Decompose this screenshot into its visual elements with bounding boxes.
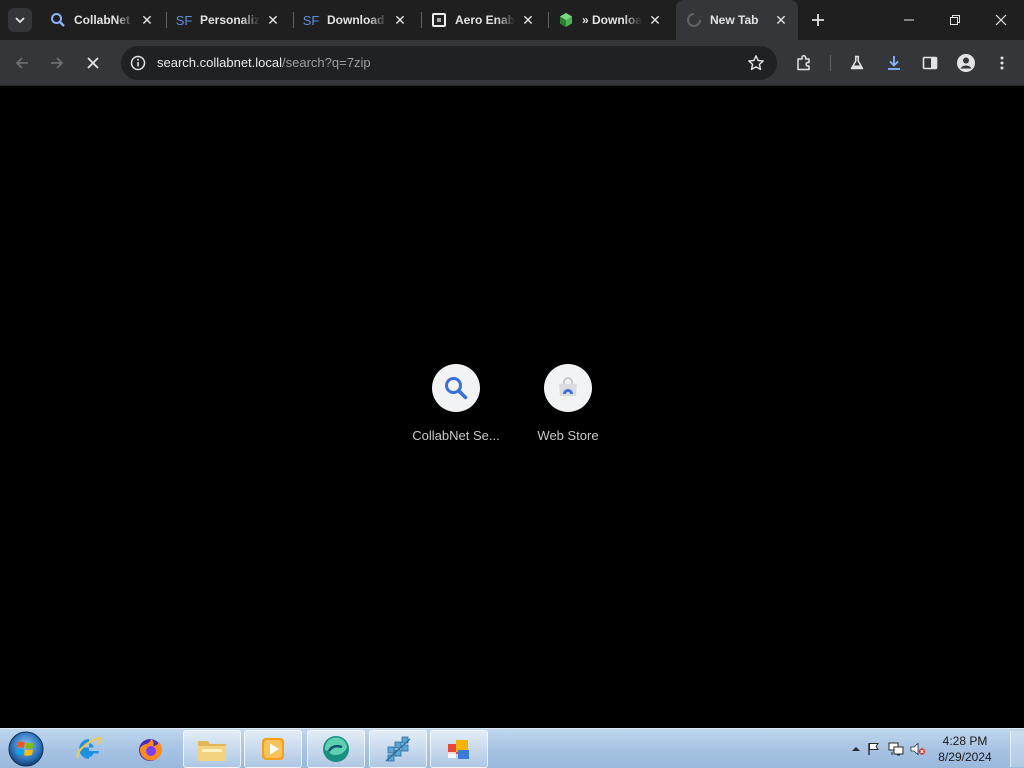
shortcut-label: CollabNet Se... bbox=[412, 428, 500, 443]
tab-collabnet[interactable]: CollabNet ✕ bbox=[40, 0, 164, 40]
office-icon bbox=[448, 740, 469, 759]
close-icon[interactable]: ✕ bbox=[521, 12, 535, 28]
windows-taskbar: 4:28 PM 8/29/2024 bbox=[0, 728, 1024, 768]
address-bar[interactable]: search.collabnet.local/search?q=7zip bbox=[121, 46, 777, 80]
network-icon bbox=[385, 736, 411, 762]
taskbar-clock[interactable]: 4:28 PM 8/29/2024 bbox=[930, 733, 1000, 765]
puzzle-icon bbox=[797, 54, 810, 71]
minimize-button[interactable] bbox=[886, 0, 932, 40]
close-icon bbox=[87, 57, 99, 69]
taskbar-network-app[interactable] bbox=[369, 730, 427, 768]
shortcut-web-store[interactable]: Web Store bbox=[512, 364, 624, 443]
close-icon[interactable]: ✕ bbox=[266, 12, 280, 28]
new-tab-button[interactable] bbox=[806, 8, 830, 32]
tab-title: » Downloa bbox=[582, 13, 642, 27]
show-hidden-icons-button[interactable] bbox=[848, 741, 864, 757]
close-icon bbox=[995, 14, 1007, 26]
tab-aero-enabler[interactable]: Aero Enabl ✕ bbox=[421, 0, 545, 40]
taskbar-media-player[interactable] bbox=[244, 730, 302, 768]
internet-explorer-icon bbox=[76, 736, 102, 760]
tab-title: New Tab bbox=[710, 13, 759, 27]
shortcut-icon-tile bbox=[544, 364, 592, 412]
cube-icon bbox=[558, 12, 574, 28]
restore-icon bbox=[950, 15, 960, 25]
back-button[interactable] bbox=[8, 49, 36, 77]
tab-search-button[interactable] bbox=[8, 8, 32, 32]
shortcut-icon-tile bbox=[432, 364, 480, 412]
chevron-down-icon bbox=[15, 17, 25, 24]
tab-title: Aero Enabl bbox=[455, 13, 515, 27]
close-icon[interactable]: ✕ bbox=[774, 12, 788, 28]
close-icon[interactable]: ✕ bbox=[393, 12, 407, 28]
web-store-icon bbox=[559, 377, 577, 396]
new-tab-page: CollabNet Se... Web Store bbox=[0, 87, 1024, 728]
restore-button[interactable] bbox=[932, 0, 978, 40]
app-icon bbox=[431, 12, 447, 28]
bookmark-star-icon[interactable] bbox=[747, 54, 765, 72]
forward-button[interactable] bbox=[43, 49, 71, 77]
site-info-icon[interactable] bbox=[129, 54, 147, 72]
firefox-icon bbox=[139, 739, 162, 761]
start-button[interactable] bbox=[6, 730, 46, 768]
url-path: /search?q=7zip bbox=[282, 55, 371, 70]
shortcut-label: Web Store bbox=[537, 428, 599, 443]
search-icon bbox=[445, 377, 468, 400]
screen: CollabNet ✕ SF Personaliz ✕ SF Download … bbox=[0, 0, 1024, 768]
clock-date: 8/29/2024 bbox=[938, 750, 992, 764]
menu-button[interactable] bbox=[988, 49, 1016, 77]
tab-downloads[interactable]: » Downloa ✕ bbox=[548, 0, 672, 40]
sourceforge-icon: SF bbox=[175, 12, 193, 28]
show-desktop-button[interactable] bbox=[1010, 731, 1024, 767]
sourceforge-icon: SF bbox=[302, 12, 320, 28]
media-player-icon bbox=[262, 738, 284, 760]
side-panel-icon bbox=[922, 56, 938, 70]
flask-icon bbox=[850, 55, 864, 70]
url-text[interactable]: search.collabnet.local/search?q=7zip bbox=[157, 55, 371, 70]
side-panel-button[interactable] bbox=[916, 49, 944, 77]
chevron-up-icon bbox=[852, 747, 860, 751]
taskbar-internet-explorer[interactable] bbox=[60, 730, 118, 768]
edge-browser-icon bbox=[323, 736, 349, 762]
tab-title: CollabNet bbox=[74, 13, 131, 27]
windows-logo-icon bbox=[8, 731, 44, 767]
tab-strip: CollabNet ✕ SF Personaliz ✕ SF Download … bbox=[0, 0, 1024, 40]
file-explorer-icon bbox=[198, 741, 226, 761]
tab-new-tab[interactable]: New Tab ✕ bbox=[676, 0, 798, 40]
loading-icon bbox=[686, 12, 702, 28]
search-icon bbox=[50, 12, 66, 28]
volume-muted-icon[interactable] bbox=[910, 741, 926, 757]
downloads-button[interactable] bbox=[880, 49, 908, 77]
download-icon bbox=[888, 56, 900, 70]
taskbar-firefox[interactable] bbox=[121, 730, 179, 768]
clock-time: 4:28 PM bbox=[942, 734, 988, 748]
profile-button[interactable] bbox=[952, 49, 980, 77]
tab-title: Download bbox=[327, 13, 385, 27]
close-icon[interactable]: ✕ bbox=[140, 12, 154, 28]
plus-icon bbox=[812, 14, 824, 26]
network-status-icon[interactable] bbox=[888, 741, 904, 757]
close-icon[interactable]: ✕ bbox=[648, 12, 662, 28]
taskbar-edge-browser[interactable] bbox=[307, 730, 365, 768]
arrow-right-icon bbox=[51, 57, 64, 69]
shortcut-collabnet-search[interactable]: CollabNet Se... bbox=[400, 364, 512, 443]
close-window-button[interactable] bbox=[978, 0, 1024, 40]
url-host: search.collabnet.local bbox=[157, 55, 283, 70]
action-center-icon[interactable] bbox=[866, 741, 882, 757]
toolbar-divider bbox=[830, 55, 831, 71]
browser-toolbar: search.collabnet.local/search?q=7zip bbox=[0, 40, 1024, 103]
tab-personalize[interactable]: SF Personaliz ✕ bbox=[166, 0, 290, 40]
labs-button[interactable] bbox=[843, 49, 871, 77]
extensions-button[interactable] bbox=[790, 49, 818, 77]
stop-loading-button[interactable] bbox=[79, 49, 107, 77]
taskbar-file-explorer[interactable] bbox=[183, 730, 241, 768]
taskbar-office-app[interactable] bbox=[430, 730, 488, 768]
tab-download[interactable]: SF Download ✕ bbox=[293, 0, 417, 40]
account-icon bbox=[957, 54, 975, 72]
tab-title: Personaliz bbox=[200, 13, 260, 27]
minimize-icon bbox=[904, 19, 914, 21]
arrow-left-icon bbox=[15, 57, 28, 69]
more-vert-icon bbox=[1000, 56, 1004, 70]
